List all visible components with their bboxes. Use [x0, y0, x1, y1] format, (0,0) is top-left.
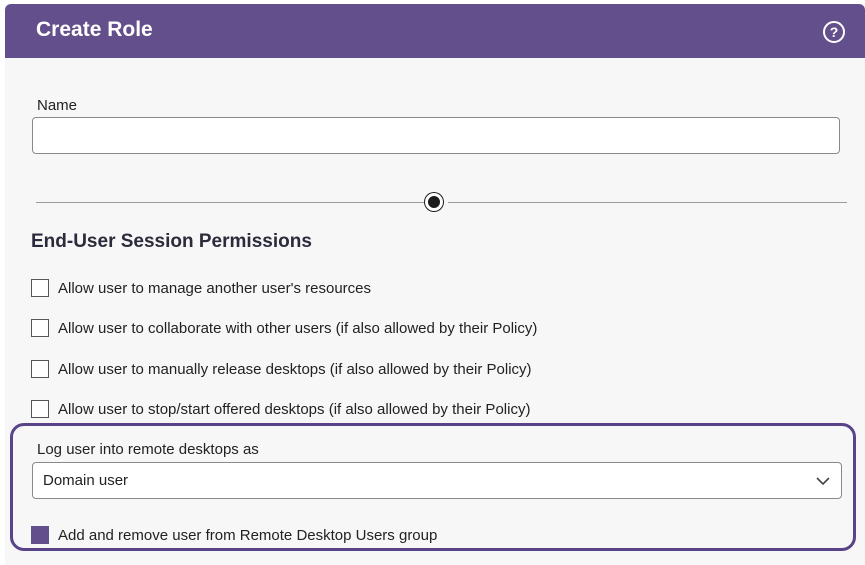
checkbox[interactable]	[31, 319, 49, 337]
login-label: Log user into remote desktops as	[37, 441, 259, 458]
permission-release-desktops[interactable]: Allow user to manually release desktops …	[31, 358, 532, 380]
rdu-group-checkbox-row[interactable]: Add and remove user from Remote Desktop …	[31, 524, 437, 546]
help-icon[interactable]: ?	[823, 21, 845, 43]
divider-right	[448, 202, 847, 203]
permission-stop-start-desktops[interactable]: Allow user to stop/start offered desktop…	[31, 398, 530, 420]
checkbox-checked[interactable]	[31, 526, 49, 544]
login-select-value: Domain user	[43, 472, 129, 489]
checkbox[interactable]	[31, 400, 49, 418]
divider-left	[36, 202, 427, 203]
checkbox-label: Add and remove user from Remote Desktop …	[58, 526, 438, 544]
name-label: Name	[37, 97, 78, 114]
permission-collaborate[interactable]: Allow user to collaborate with other use…	[31, 317, 537, 339]
checkbox-label: Allow user to manage another user's reso…	[58, 279, 372, 297]
checkbox-label: Allow user to collaborate with other use…	[58, 319, 538, 337]
checkbox[interactable]	[31, 279, 49, 297]
checkbox-label: Allow user to stop/start offered desktop…	[58, 400, 531, 418]
login-select[interactable]: Domain user	[32, 462, 842, 499]
checkbox[interactable]	[31, 360, 49, 378]
divider-handle[interactable]	[425, 193, 443, 211]
checkbox-label: Allow user to manually release desktops …	[58, 360, 532, 378]
chevron-down-icon	[816, 477, 830, 486]
section-title: End-User Session Permissions	[31, 231, 312, 252]
name-input[interactable]	[32, 117, 840, 154]
permission-manage-resources[interactable]: Allow user to manage another user's reso…	[31, 277, 371, 299]
dialog-title: Create Role	[36, 18, 153, 41]
dialog-header: Create Role ?	[5, 4, 865, 58]
